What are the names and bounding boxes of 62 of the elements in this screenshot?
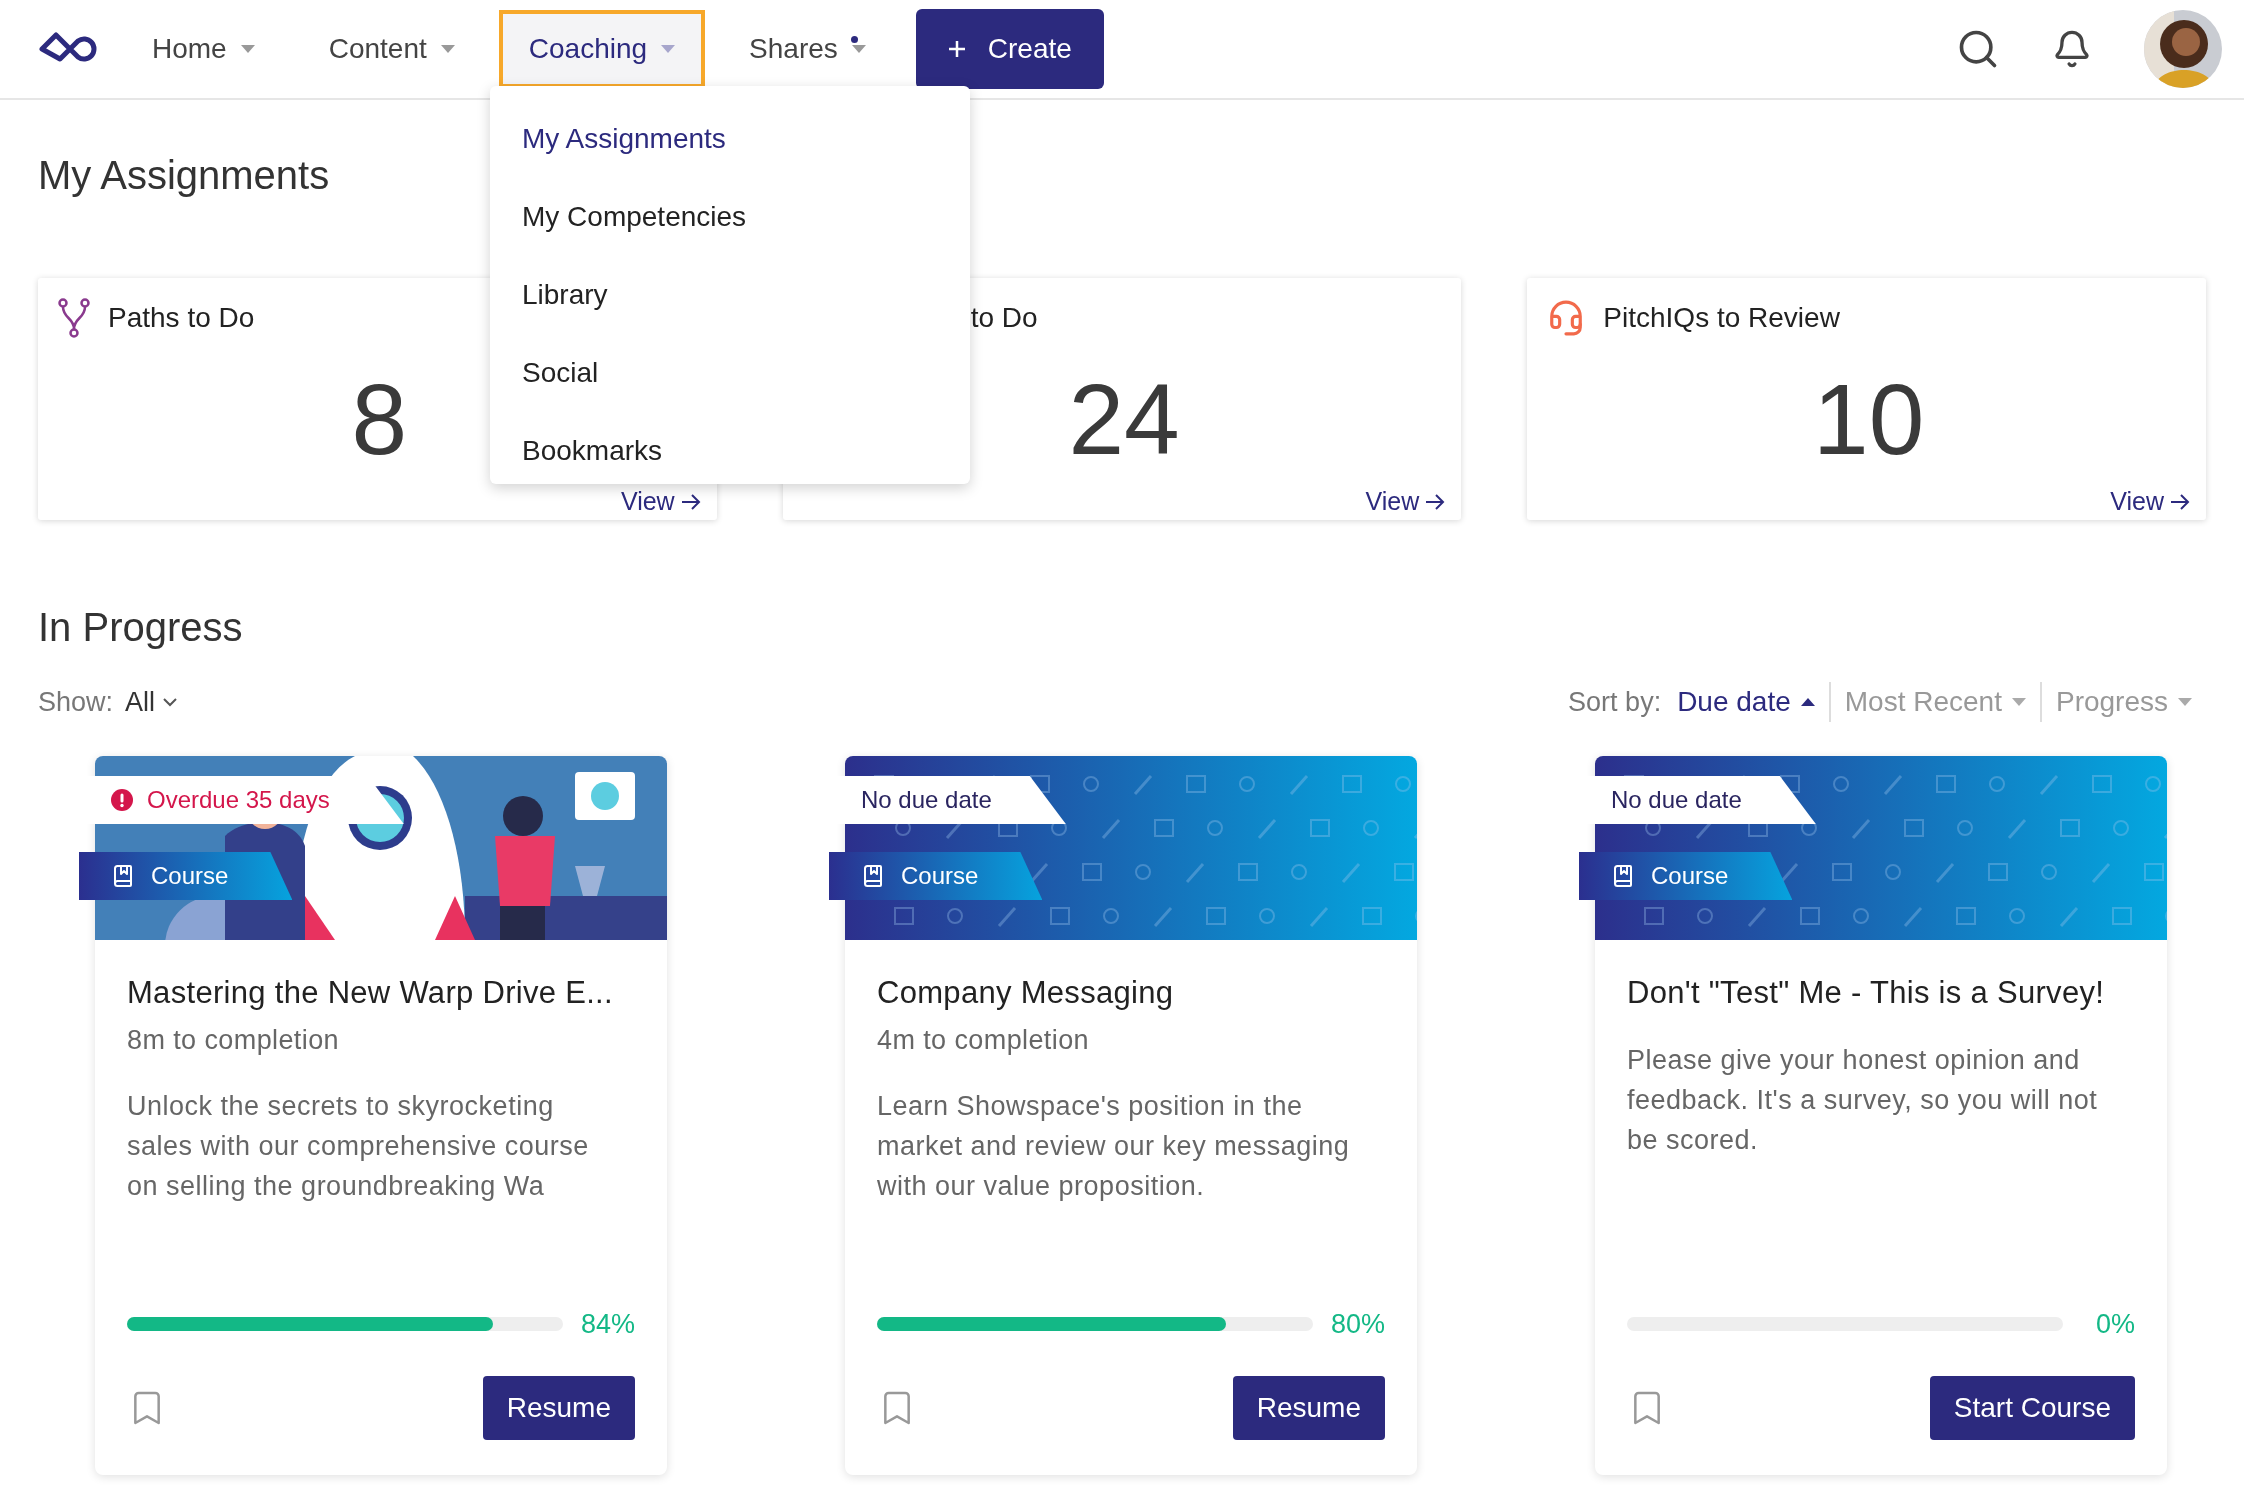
show-label: Show: — [38, 686, 114, 718]
menu-item[interactable]: My Assignments — [490, 100, 970, 178]
progress-percent: 80% — [1330, 1308, 1385, 1340]
type-label: Course — [901, 862, 979, 890]
caret-icon — [2178, 698, 2192, 706]
arrow-icon — [2170, 493, 2190, 510]
duration: 8m to completion — [127, 1024, 340, 1057]
course-title: Mastering the New Warp Drive E... — [127, 974, 614, 1012]
progress-percent: 84% — [580, 1308, 635, 1340]
card-title: to Do — [970, 302, 1038, 334]
arrow-icon — [680, 493, 701, 510]
arrow-icon — [1425, 493, 1446, 510]
book-icon — [1611, 864, 1635, 888]
view-link[interactable]: View — [1365, 487, 1446, 516]
nav-menu-item[interactable]: Content — [298, 10, 485, 88]
book-icon — [861, 864, 885, 888]
action-button[interactable]: Resume — [482, 1376, 635, 1440]
show-filter[interactable]: All — [125, 686, 178, 718]
type-label: Course — [1651, 862, 1729, 890]
course-description: Please give your honest opinion and feedback. It's a survey, so you will not be scored. — [1627, 1044, 2099, 1157]
menu-item[interactable]: Social — [490, 334, 970, 412]
section-title: In Progress — [38, 604, 244, 651]
page-title: My Assignments — [38, 152, 331, 199]
course-description: Learn Showspace's position in the market and review our key messaging with our value proposition. — [877, 1090, 1351, 1203]
progress-percent: 0% — [2095, 1308, 2135, 1340]
card-title: Paths to Do — [108, 302, 255, 334]
menu-item[interactable]: My Competencies — [490, 178, 970, 256]
action-button[interactable]: Start Course — [1929, 1376, 2135, 1440]
notifications-button[interactable] — [2052, 29, 2092, 69]
book-icon — [111, 864, 135, 888]
course-description: Unlock the secrets to skyrocketing sales with our comprehensive course on selling the groundbreaking Wa — [127, 1090, 590, 1203]
caret-icon — [440, 45, 455, 53]
view-link[interactable]: View — [620, 487, 701, 516]
caret-icon — [851, 45, 866, 53]
due-label: No due date — [1611, 786, 1742, 814]
due-label: No due date — [861, 786, 992, 814]
sort-option[interactable]: Due date — [1663, 682, 1829, 722]
caret-icon — [1800, 698, 1815, 706]
create-button[interactable]: Create — [915, 9, 1104, 89]
fork-icon — [58, 298, 90, 338]
count: 10 — [1813, 364, 1925, 474]
view-link[interactable]: View — [2110, 487, 2190, 516]
nav-menu-item[interactable]: Home — [122, 10, 285, 88]
chevron-icon — [163, 697, 178, 707]
duration: 4m to completion — [877, 1024, 1090, 1057]
course-title: Don't "Test" Me - This is a Survey! — [1627, 974, 2106, 1012]
count: 8 — [351, 364, 408, 474]
action-button[interactable]: Resume — [1232, 1376, 1385, 1440]
plus-icon — [947, 40, 966, 58]
count: 24 — [1068, 364, 1180, 474]
alert-icon — [111, 789, 133, 811]
type-label: Course — [151, 862, 229, 890]
nav-menu-item[interactable]: Coaching — [498, 10, 706, 88]
caret-icon — [661, 45, 676, 53]
menu-item[interactable]: Bookmarks — [490, 412, 970, 490]
course-title: Company Messaging — [877, 974, 1175, 1012]
card-title: PitchIQs to Review — [1603, 302, 1840, 334]
caret-icon — [240, 45, 255, 53]
menu-item[interactable]: Library — [490, 256, 970, 334]
caret-icon — [2011, 698, 2026, 706]
due-label: Overdue 35 days — [147, 786, 330, 814]
sort-label: Sort by: — [1568, 686, 1662, 718]
